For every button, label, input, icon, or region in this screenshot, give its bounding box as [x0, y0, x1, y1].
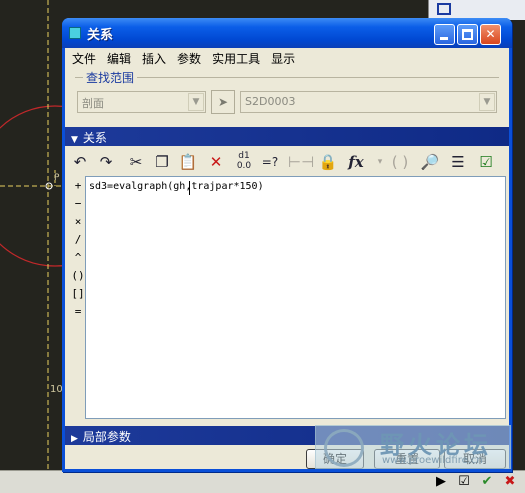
undo-icon[interactable]: ↶ — [69, 150, 91, 172]
menu-edit[interactable]: 编辑 — [105, 48, 138, 68]
watermark-url: www.proewildfire.cn — [382, 455, 483, 466]
equals-operator[interactable]: = — [71, 305, 85, 319]
cad-status-bar: ▶ ☑ ✔ ✖ — [0, 470, 525, 493]
show-dims-icon[interactable]: 🔒 — [317, 150, 339, 172]
site-watermark: 野火论坛 www.proewildfire.cn — [315, 425, 511, 469]
search-range-label: 查找范围 — [83, 69, 138, 86]
relations-section-label: 关系 — [82, 131, 107, 145]
section-combo[interactable]: 剖面 ▼ — [77, 91, 206, 113]
check-icon[interactable]: ☑ — [475, 150, 497, 172]
title-bar[interactable]: 关系 ✕ — [62, 18, 512, 48]
chevron-down-icon[interactable]: ▼ — [479, 93, 495, 111]
paste-icon[interactable]: 📋 — [177, 150, 199, 172]
select-pointer-button[interactable]: ➤ — [211, 90, 235, 114]
local-params-label: 局部参数 — [82, 430, 131, 444]
menu-parameters[interactable]: 参数 — [175, 48, 208, 68]
relations-toolbar: ↶ ↷ ✂ ❐ 📋 ✕ d1 0.0 =? ⊢⊣ 🔒 fx ▾ ( ) 🔎 ☰ ☑ — [69, 150, 505, 174]
watermark-logo-icon — [324, 429, 364, 467]
dialog-title: 关系 — [87, 28, 114, 43]
delete-icon[interactable]: ✕ — [205, 150, 227, 172]
chevron-down-icon: ▾ — [377, 157, 383, 167]
brackets-operator[interactable]: [] — [71, 287, 85, 301]
section-combo-value: 剖面 — [82, 97, 104, 110]
units-icon: ⊢⊣ — [288, 153, 315, 171]
menu-bar: 文件 编辑 插入 参数 实用工具 显示 — [65, 48, 509, 68]
cut-icon[interactable]: ✂ — [125, 150, 147, 172]
function-icon[interactable]: fx — [345, 150, 367, 172]
insert-comparison-icon[interactable]: =? — [259, 150, 281, 172]
text-cursor — [189, 181, 190, 195]
chevron-down-icon[interactable]: ▼ — [188, 93, 204, 111]
menu-file[interactable]: 文件 — [70, 48, 103, 68]
collapse-triangle-icon: ▼ — [71, 135, 78, 145]
close-button[interactable]: ✕ — [480, 24, 501, 45]
glasses-icon[interactable]: ☑ — [455, 474, 473, 490]
eval-top-label: d1 — [238, 151, 250, 161]
sort-icon[interactable]: ☰ — [447, 150, 469, 172]
search-range-frame — [75, 77, 499, 78]
relations-dialog: 关系 ✕ 文件 编辑 插入 参数 实用工具 显示 查找范围 剖面 ▼ ➤ S2D… — [62, 18, 512, 472]
verify-icon[interactable]: 🔎 — [419, 150, 441, 172]
menu-display[interactable]: 显示 — [269, 48, 302, 68]
menu-utilities[interactable]: 实用工具 — [210, 48, 267, 68]
pointer-icon: ➤ — [217, 95, 229, 109]
view-square-icon[interactable] — [437, 3, 451, 15]
redo-icon[interactable]: ↷ — [95, 150, 117, 172]
reject-icon[interactable]: ✖ — [501, 474, 519, 490]
multiply-operator[interactable]: × — [71, 215, 85, 229]
power-operator[interactable]: ^ — [71, 251, 85, 265]
copy-icon[interactable]: ❐ — [151, 150, 173, 172]
relations-section-header[interactable]: ▼ 关系 — [65, 127, 509, 146]
feature-combo[interactable]: S2D0003 ▼ — [240, 91, 497, 113]
cad-view-panel — [428, 0, 525, 20]
play-icon[interactable]: ▶ — [432, 474, 450, 490]
divide-operator[interactable]: / — [71, 233, 85, 247]
app-icon — [69, 27, 81, 39]
parentheses-operator[interactable]: () — [71, 269, 85, 283]
close-icon: ✕ — [485, 27, 496, 41]
cad-label-10: 10 — [50, 384, 63, 395]
accept-icon[interactable]: ✔ — [478, 474, 496, 490]
evaluate-icon[interactable]: d1 0.0 — [233, 150, 255, 172]
cad-label-p: P — [54, 173, 60, 183]
relation-line: sd3=evalgraph(gh,trajpar*150) — [89, 181, 264, 192]
expand-triangle-icon: ▶ — [71, 434, 78, 444]
minus-operator[interactable]: − — [71, 197, 85, 211]
maximize-icon — [462, 29, 473, 40]
minimize-icon — [440, 37, 448, 40]
minimize-button[interactable] — [434, 24, 455, 45]
feature-combo-value: S2D0003 — [245, 95, 296, 108]
plus-operator[interactable]: + — [71, 179, 85, 193]
relations-editor[interactable]: sd3=evalgraph(gh,trajpar*150) — [85, 176, 506, 419]
eval-bottom-label: 0.0 — [236, 161, 252, 171]
maximize-button[interactable] — [457, 24, 478, 45]
parentheses-icon: ( ) — [391, 153, 409, 171]
menu-insert[interactable]: 插入 — [140, 48, 173, 68]
